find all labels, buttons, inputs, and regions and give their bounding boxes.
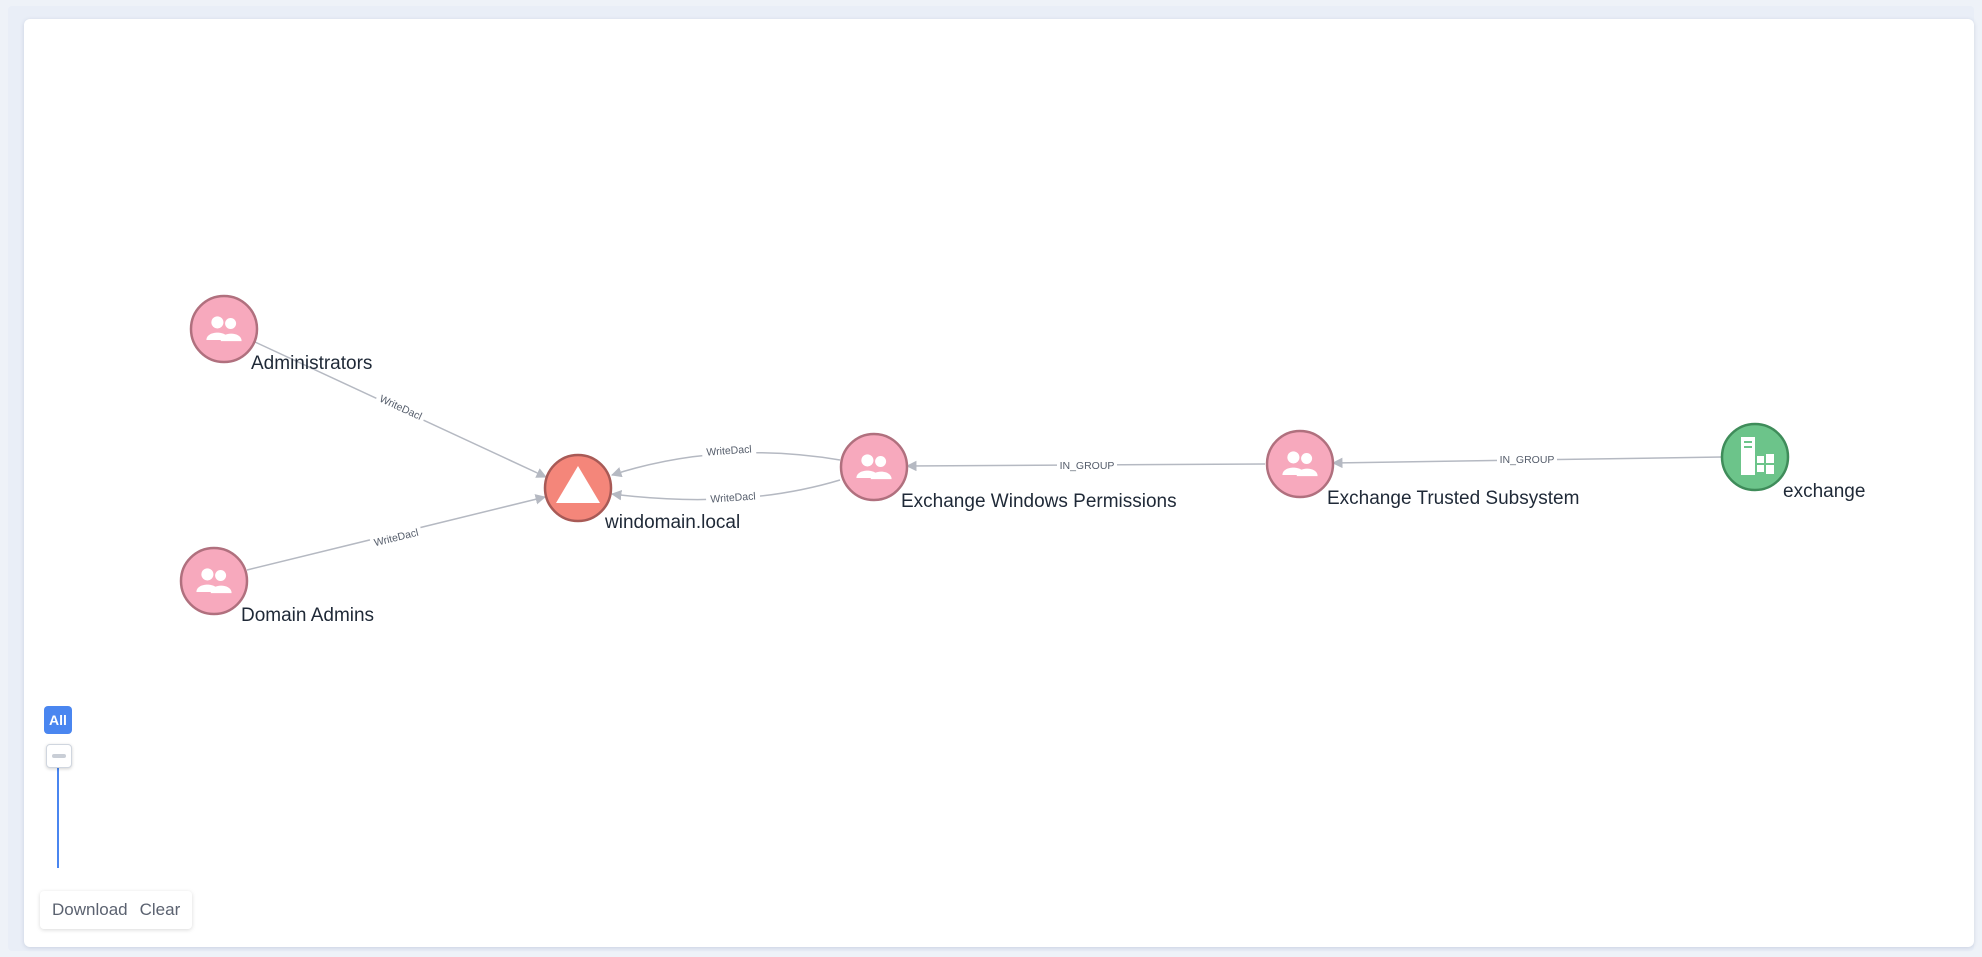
graph-svg[interactable]: WriteDacl WriteDacl WriteDacl WriteDacl … bbox=[0, 0, 1982, 957]
node-label: Exchange Trusted Subsystem bbox=[1327, 488, 1579, 509]
graph-toolbar: Download Clear bbox=[40, 891, 193, 929]
edge-label: IN_GROUP bbox=[1060, 460, 1115, 472]
node-exchange-windows-permissions[interactable]: Exchange Windows Permissions bbox=[839, 432, 1177, 512]
edge-label: IN_GROUP bbox=[1500, 454, 1555, 466]
node-label: windomain.local bbox=[604, 512, 740, 533]
node-domain-admins[interactable]: Domain Admins bbox=[179, 546, 374, 626]
node-exchange[interactable]: exchange bbox=[1720, 422, 1865, 502]
edge-label: WriteDacl bbox=[706, 443, 752, 458]
filter-slider-track[interactable] bbox=[57, 760, 59, 868]
node-administrators[interactable]: Administrators bbox=[189, 294, 372, 374]
filter-slider-handle[interactable] bbox=[46, 744, 72, 768]
edge-label: WriteDacl bbox=[378, 393, 424, 423]
edge-label: WriteDacl bbox=[710, 490, 756, 505]
clear-button[interactable]: Clear bbox=[134, 900, 187, 920]
node-label: Exchange Windows Permissions bbox=[901, 491, 1177, 512]
node-exchange-trusted-subsystem[interactable]: Exchange Trusted Subsystem bbox=[1265, 429, 1579, 509]
download-button[interactable]: Download bbox=[46, 900, 134, 920]
node-label: Domain Admins bbox=[241, 605, 374, 626]
node-label: exchange bbox=[1783, 481, 1865, 502]
filter-all-button[interactable]: All bbox=[44, 706, 72, 734]
node-label: Administrators bbox=[251, 353, 372, 374]
edges: WriteDacl WriteDacl WriteDacl WriteDacl … bbox=[246, 341, 1723, 571]
